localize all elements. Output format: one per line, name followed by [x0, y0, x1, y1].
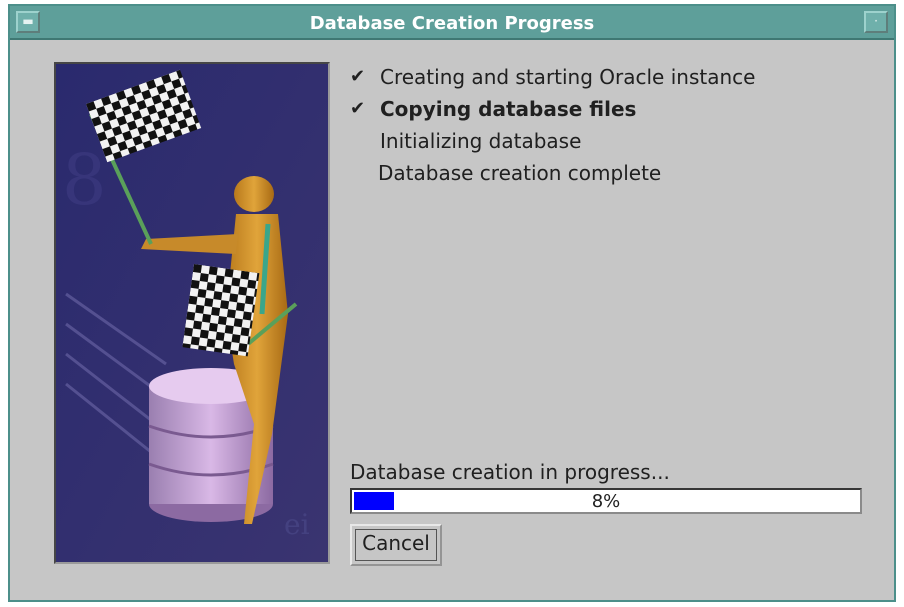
step-label: Copying database files: [380, 97, 637, 121]
step-creating-instance: ✔ Creating and starting Oracle instance: [350, 62, 850, 94]
banner-illustration: 8 ei: [56, 64, 328, 562]
progress-percent: 8%: [591, 491, 621, 512]
svg-text:ei: ei: [284, 508, 310, 541]
step-label: Database creation complete: [378, 161, 662, 185]
cancel-button[interactable]: Cancel: [350, 524, 442, 566]
step-label: Initializing database: [380, 129, 582, 153]
window-minimize-icon[interactable]: ·: [864, 11, 888, 33]
step-creation-complete: Database creation complete: [350, 158, 850, 190]
progress-label: Database creation in progress...: [350, 460, 670, 484]
title-bar[interactable]: ▬ Database Creation Progress ·: [10, 6, 894, 40]
progress-bar: 8%: [350, 488, 862, 514]
check-icon: ✔: [350, 98, 366, 119]
banner-image: 8 ei: [54, 62, 330, 564]
svg-text:8: 8: [62, 139, 107, 221]
step-initializing-database: Initializing database: [350, 126, 850, 158]
dialog-window: ▬ Database Creation Progress · 8 ei ✔ Cr…: [8, 4, 896, 602]
step-copying-files: ✔ Copying database files: [350, 94, 850, 126]
dialog-content: 8 ei ✔ Creating and starting Oracle inst…: [10, 40, 894, 600]
window-title: Database Creation Progress: [309, 13, 595, 34]
step-label: Creating and starting Oracle instance: [380, 65, 756, 89]
check-icon: ✔: [350, 66, 366, 87]
steps-list: ✔ Creating and starting Oracle instance …: [350, 62, 850, 190]
